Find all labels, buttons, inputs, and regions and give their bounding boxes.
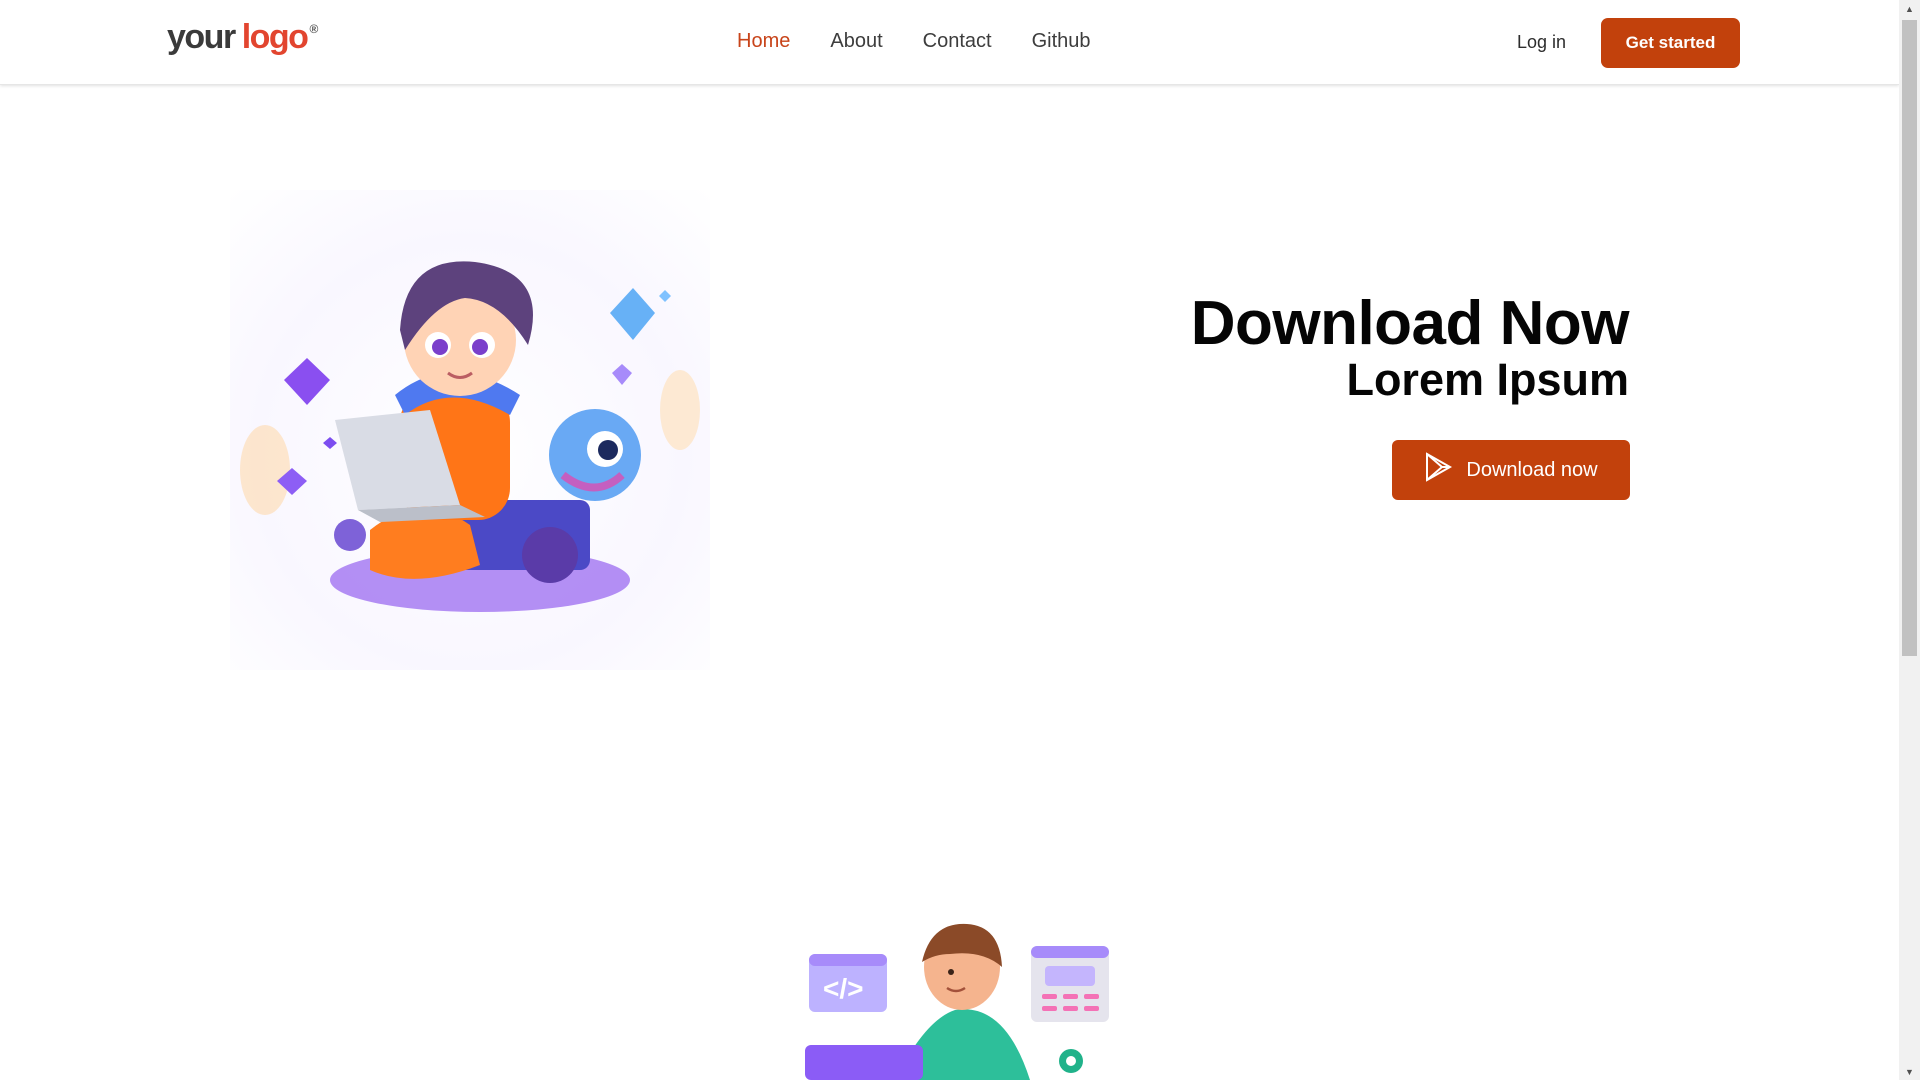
- scroll-down-arrow-icon[interactable]: ▼: [1899, 1063, 1920, 1080]
- login-link[interactable]: Log in: [1517, 32, 1566, 53]
- logo[interactable]: your logo ®: [167, 18, 318, 66]
- hero-heading: Download Now Lorem Ipsum: [1190, 289, 1630, 405]
- download-now-label: Download now: [1466, 458, 1598, 481]
- logo-text-logo: logo: [241, 18, 309, 56]
- hero-title: Download Now: [1190, 289, 1630, 358]
- svg-text:</>: </>: [823, 973, 863, 1004]
- boy-with-laptop-illustration: [240, 261, 700, 612]
- nav-link-about[interactable]: About: [830, 30, 882, 53]
- scroll-up-arrow-icon[interactable]: ▲: [1899, 0, 1920, 17]
- hero-illustration: [230, 190, 710, 670]
- developer-illustration: </>: [805, 920, 1110, 1080]
- nav-link-contact[interactable]: Contact: [923, 30, 992, 53]
- get-started-button[interactable]: Get started: [1601, 18, 1740, 68]
- download-now-button[interactable]: Download now: [1392, 440, 1630, 500]
- registered-mark: ®: [309, 22, 319, 36]
- landing-page: your logo ® Home About Contact Github Lo…: [0, 0, 1920, 1080]
- play-store-icon: [1424, 452, 1454, 488]
- main-nav: Home About Contact Github: [737, 30, 1091, 53]
- vertical-scrollbar[interactable]: ▲ ▼: [1899, 0, 1920, 1080]
- nav-link-github[interactable]: Github: [1032, 30, 1091, 53]
- developer-with-screens-illustration: </>: [805, 923, 1109, 1080]
- nav-link-home[interactable]: Home: [737, 30, 790, 53]
- hero-subtitle: Lorem Ipsum: [1346, 354, 1629, 405]
- navbar: your logo ® Home About Contact Github Lo…: [0, 0, 1899, 85]
- logo-text-your: your: [167, 18, 236, 56]
- scrollbar-thumb[interactable]: [1902, 20, 1917, 656]
